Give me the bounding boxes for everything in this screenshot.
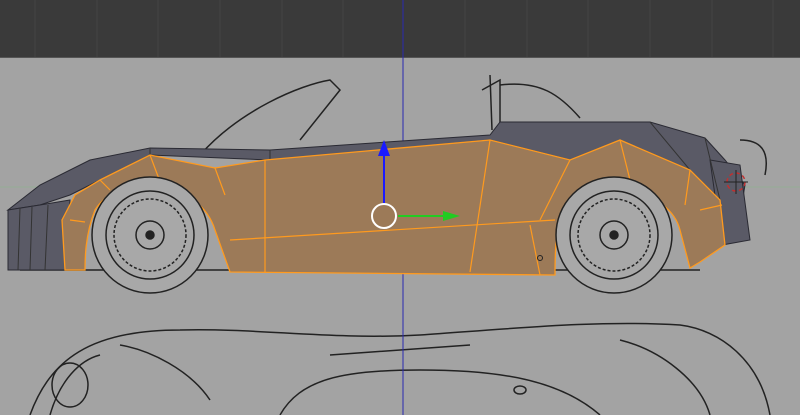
viewport-header-area — [0, 0, 800, 57]
viewport-canvas[interactable] — [0, 0, 800, 415]
rear-wheel — [555, 176, 673, 294]
3d-viewport[interactable] — [0, 0, 800, 415]
front-wheel — [91, 176, 209, 294]
